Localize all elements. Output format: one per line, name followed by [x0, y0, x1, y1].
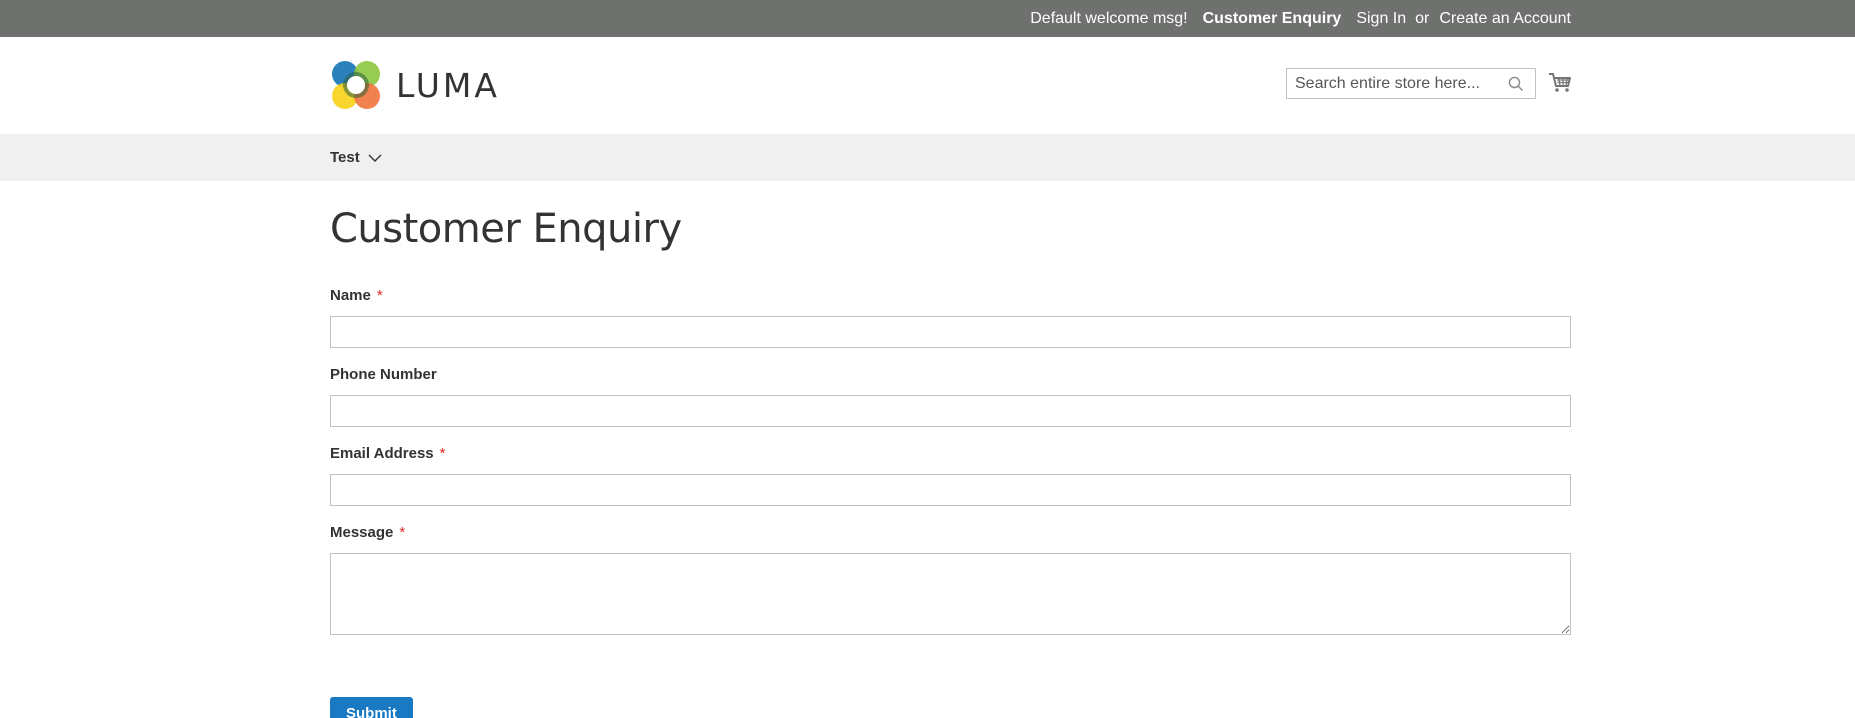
required-marker: * [439, 445, 446, 462]
phone-label-text: Phone Number [330, 366, 437, 383]
name-label: Name * [330, 287, 1571, 305]
submit-button[interactable]: Submit [330, 697, 413, 718]
message-field-group: Message * [330, 524, 1571, 635]
message-label: Message * [330, 524, 1571, 542]
page-title: Customer Enquiry [330, 206, 682, 252]
customer-enquiry-link[interactable]: Customer Enquiry [1203, 10, 1342, 28]
chevron-down-icon [368, 154, 382, 162]
or-separator: or [1415, 9, 1430, 27]
phone-input[interactable] [330, 395, 1571, 427]
logo-text: LUMA [396, 65, 500, 105]
nav-item-test[interactable]: Test [330, 134, 382, 181]
message-label-text: Message [330, 524, 394, 541]
name-input[interactable] [330, 316, 1571, 348]
enquiry-form: Name * Phone Number Email Address * Messag… [330, 287, 1571, 718]
sign-in-link[interactable]: Sign In [1356, 10, 1406, 28]
name-label-text: Name [330, 287, 371, 304]
required-marker: * [376, 287, 383, 304]
cart-icon[interactable] [1547, 70, 1573, 96]
name-field-group: Name * [330, 287, 1571, 348]
search-icon[interactable] [1505, 73, 1527, 95]
top-links: Default welcome msg! Customer Enquiry Si… [1030, 0, 1571, 37]
required-marker: * [399, 524, 406, 541]
site-header: LUMA [0, 37, 1855, 134]
search-input[interactable] [1287, 69, 1505, 98]
top-bar: Default welcome msg! Customer Enquiry Si… [0, 0, 1855, 37]
message-textarea[interactable] [330, 553, 1571, 635]
main-navigation: Test [0, 134, 1855, 181]
logo-link[interactable]: LUMA [330, 59, 500, 111]
welcome-message: Default welcome msg! [1030, 9, 1188, 27]
phone-field-group: Phone Number [330, 366, 1571, 427]
main-content: Customer Enquiry Name * Phone Number Emai… [0, 181, 1571, 718]
email-label-text: Email Address [330, 445, 434, 462]
email-input[interactable] [330, 474, 1571, 506]
luma-logo-icon [332, 61, 380, 109]
email-label: Email Address * [330, 445, 1571, 463]
create-account-link[interactable]: Create an Account [1439, 10, 1571, 28]
email-field-group: Email Address * [330, 445, 1571, 506]
phone-label: Phone Number [330, 366, 1571, 384]
nav-item-label: Test [330, 149, 360, 166]
search-box [1286, 68, 1536, 99]
